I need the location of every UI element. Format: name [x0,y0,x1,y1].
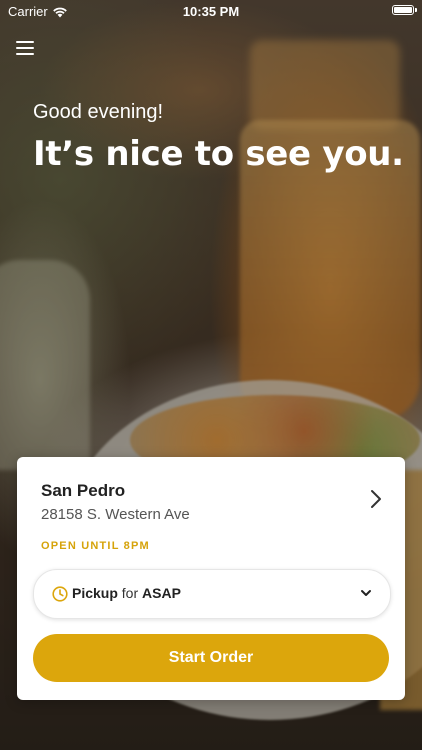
greeting: Good evening! [33,101,164,123]
store-card: San Pedro 28158 S. Western Ave OPEN UNTI… [17,457,405,700]
headline: It’s nice to see you. [33,134,404,174]
pickup-label: Pickup for ASAP [72,585,181,601]
battery-icon [392,5,417,15]
clock-icon [52,586,68,602]
pickup-time-selector[interactable]: Pickup for ASAP [33,569,391,619]
hamburger-menu-icon[interactable] [16,41,34,55]
chevron-right-icon [371,490,381,508]
store-address: 28158 S. Western Ave [41,506,190,523]
pickup-time: ASAP [142,585,181,601]
status-bar: Carrier 10:35 PM [0,0,422,22]
chevron-down-icon [361,590,371,596]
pickup-connector: for [121,585,139,601]
pickup-mode: Pickup [72,585,118,601]
store-selector[interactable]: San Pedro 28158 S. Western Ave [17,457,405,537]
start-order-button[interactable]: Start Order [33,634,389,682]
store-hours: OPEN UNTIL 8PM [41,540,150,552]
status-time: 10:35 PM [182,4,240,19]
store-name: San Pedro [41,481,126,500]
